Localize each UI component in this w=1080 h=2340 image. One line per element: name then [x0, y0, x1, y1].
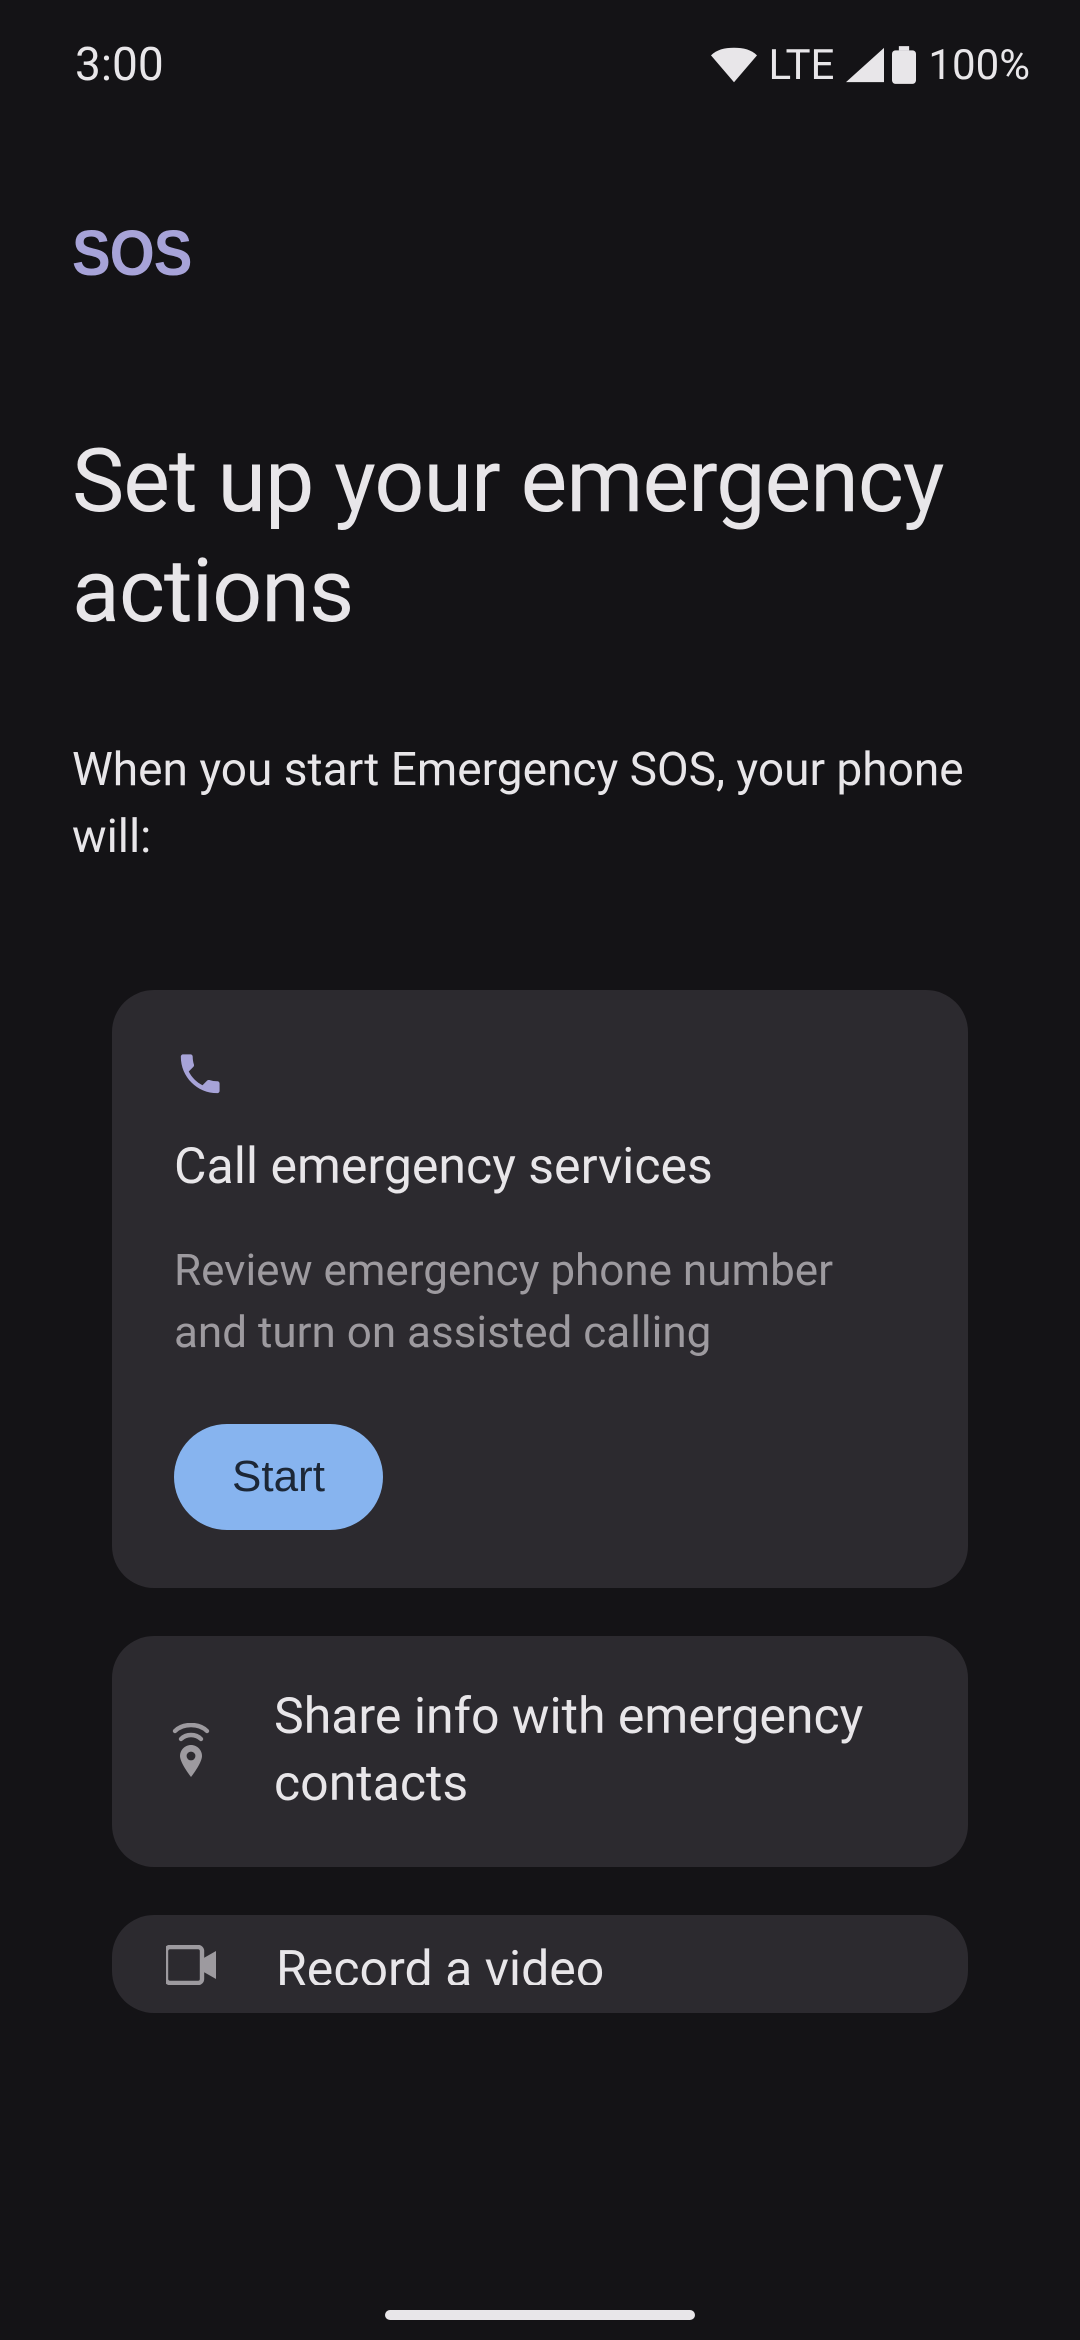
card-record-video[interactable]: Record a video — [112, 1915, 968, 2013]
phone-icon — [174, 1048, 226, 1100]
status-bar: 3:00 LTE 100% — [0, 0, 1080, 100]
sos-badge: SOS — [72, 217, 1008, 291]
card-description: Review emergency phone number and turn o… — [174, 1240, 906, 1363]
status-right: LTE 100% — [711, 41, 1031, 90]
signal-icon — [846, 47, 884, 83]
card-share-info[interactable]: Share info with emergency contacts — [112, 1636, 968, 1867]
start-button[interactable]: Start — [174, 1424, 383, 1530]
card-call-emergency[interactable]: Call emergency services Review emergency… — [112, 990, 968, 1587]
nav-handle[interactable] — [385, 2310, 695, 2320]
card-title: Call emergency services — [174, 1138, 906, 1196]
card-title: Record a video — [276, 1945, 604, 1985]
battery-percent: 100% — [928, 41, 1030, 90]
wifi-icon — [711, 47, 757, 83]
page-title: Set up your emergency actions — [72, 427, 1008, 647]
battery-icon — [892, 45, 916, 85]
card-title: Share info with emergency contacts — [274, 1684, 914, 1819]
lte-label: LTE — [769, 41, 835, 90]
status-time: 3:00 — [75, 38, 164, 92]
page-subtitle: When you start Emergency SOS, your phone… — [72, 737, 1008, 870]
cards-container: Call emergency services Review emergency… — [72, 990, 1008, 2012]
location-share-icon — [166, 1725, 216, 1777]
main-content: SOS Set up your emergency actions When y… — [0, 100, 1080, 2013]
video-icon — [166, 1939, 218, 1991]
